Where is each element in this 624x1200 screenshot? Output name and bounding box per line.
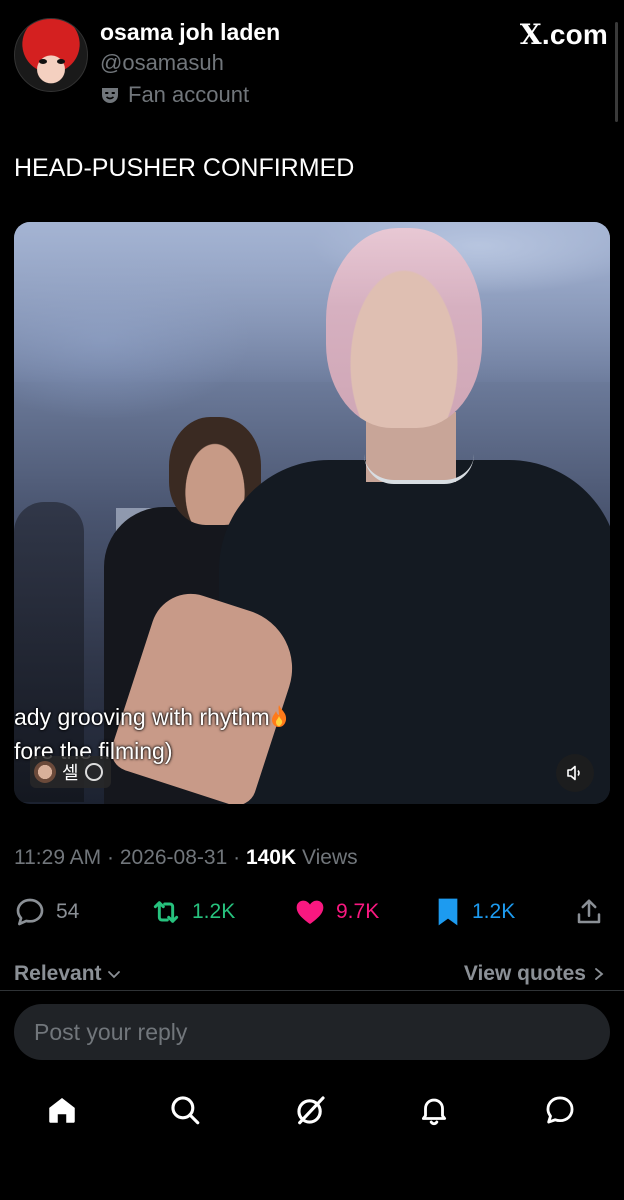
video-frame-chain — [364, 454, 474, 484]
video-frame-person-front-head — [326, 228, 482, 428]
tweet-text: HEAD-PUSHER CONFIRMED — [14, 154, 355, 182]
views-label: Views — [301, 846, 358, 869]
messages-icon — [546, 1096, 574, 1124]
chevron-down-icon — [107, 971, 120, 979]
bookmark-button[interactable]: 1.2K — [434, 892, 515, 932]
replies-filter-row: Relevant View quotes — [14, 962, 610, 992]
account-label-text: Fan account — [128, 82, 250, 107]
nav-notifications[interactable] — [414, 1090, 454, 1130]
bookmark-icon — [438, 898, 458, 926]
views-count: 140K — [245, 846, 297, 869]
home-icon — [49, 1097, 75, 1123]
tweet-meta: 11:29 AM · 2026-08-31 · 140K Views — [14, 846, 358, 869]
user-handle[interactable]: @osamasuh — [100, 50, 224, 76]
nav-home[interactable] — [42, 1090, 82, 1130]
display-name[interactable]: osama joh laden — [100, 19, 280, 46]
tweet-date[interactable]: 2026-08-31 — [120, 846, 227, 869]
tweet-header: osama joh laden @osamasuh Fan account X.… — [14, 18, 610, 118]
nav-grok[interactable] — [291, 1090, 331, 1130]
like-count: 9.7K — [336, 900, 380, 923]
reply-icon — [16, 898, 44, 926]
like-button[interactable]: 9.7K — [294, 892, 379, 932]
speaker-mute-icon — [567, 765, 580, 781]
divider — [0, 990, 624, 991]
avatar[interactable] — [14, 18, 88, 92]
fire-icon — [270, 704, 288, 728]
repost-icon — [153, 901, 179, 923]
sort-label: Relevant — [14, 962, 102, 985]
repost-count: 1.2K — [192, 900, 236, 923]
nav-messages[interactable] — [540, 1090, 580, 1130]
search-icon — [171, 1096, 200, 1125]
creator-avatar — [34, 761, 56, 783]
reply-composer[interactable] — [14, 1004, 610, 1060]
video-frame-ceiling — [14, 222, 610, 382]
sort-dropdown[interactable]: Relevant — [14, 962, 122, 986]
account-label: Fan account — [100, 82, 249, 108]
chevron-right-icon — [595, 968, 604, 980]
reply-button[interactable]: 54 — [14, 892, 79, 932]
theater-mask-icon — [100, 85, 120, 105]
action-bar: 54 1.2K 9.7K 1.2K — [14, 892, 610, 932]
share-icon — [577, 899, 601, 924]
brand-logo: X.com — [519, 18, 608, 51]
reply-input[interactable] — [34, 1018, 610, 1046]
heart-icon — [296, 900, 324, 924]
video-subtitle-line-1: ady grooving with rhythm — [14, 704, 288, 731]
notifications-icon — [421, 1098, 447, 1126]
share-button[interactable] — [574, 892, 604, 932]
bookmark-count: 1.2K — [472, 900, 516, 923]
creator-chip[interactable]: 셀 — [30, 756, 111, 788]
view-quotes-label: View quotes — [463, 962, 586, 985]
bottom-navigation — [0, 1080, 624, 1140]
nav-search[interactable] — [165, 1090, 205, 1130]
scrollbar[interactable] — [615, 22, 618, 122]
tweet-time[interactable]: 11:29 AM — [14, 846, 101, 869]
creator-name: 셀 — [62, 763, 79, 783]
mute-button[interactable] — [556, 754, 594, 792]
grok-icon — [297, 1096, 325, 1125]
repost-button[interactable]: 1.2K — [150, 892, 235, 932]
view-quotes-link[interactable]: View quotes — [464, 962, 606, 986]
circle-icon — [84, 763, 103, 781]
reply-count: 54 — [56, 900, 80, 923]
video-player[interactable]: ady grooving with rhythm fore the filmin… — [14, 222, 610, 804]
